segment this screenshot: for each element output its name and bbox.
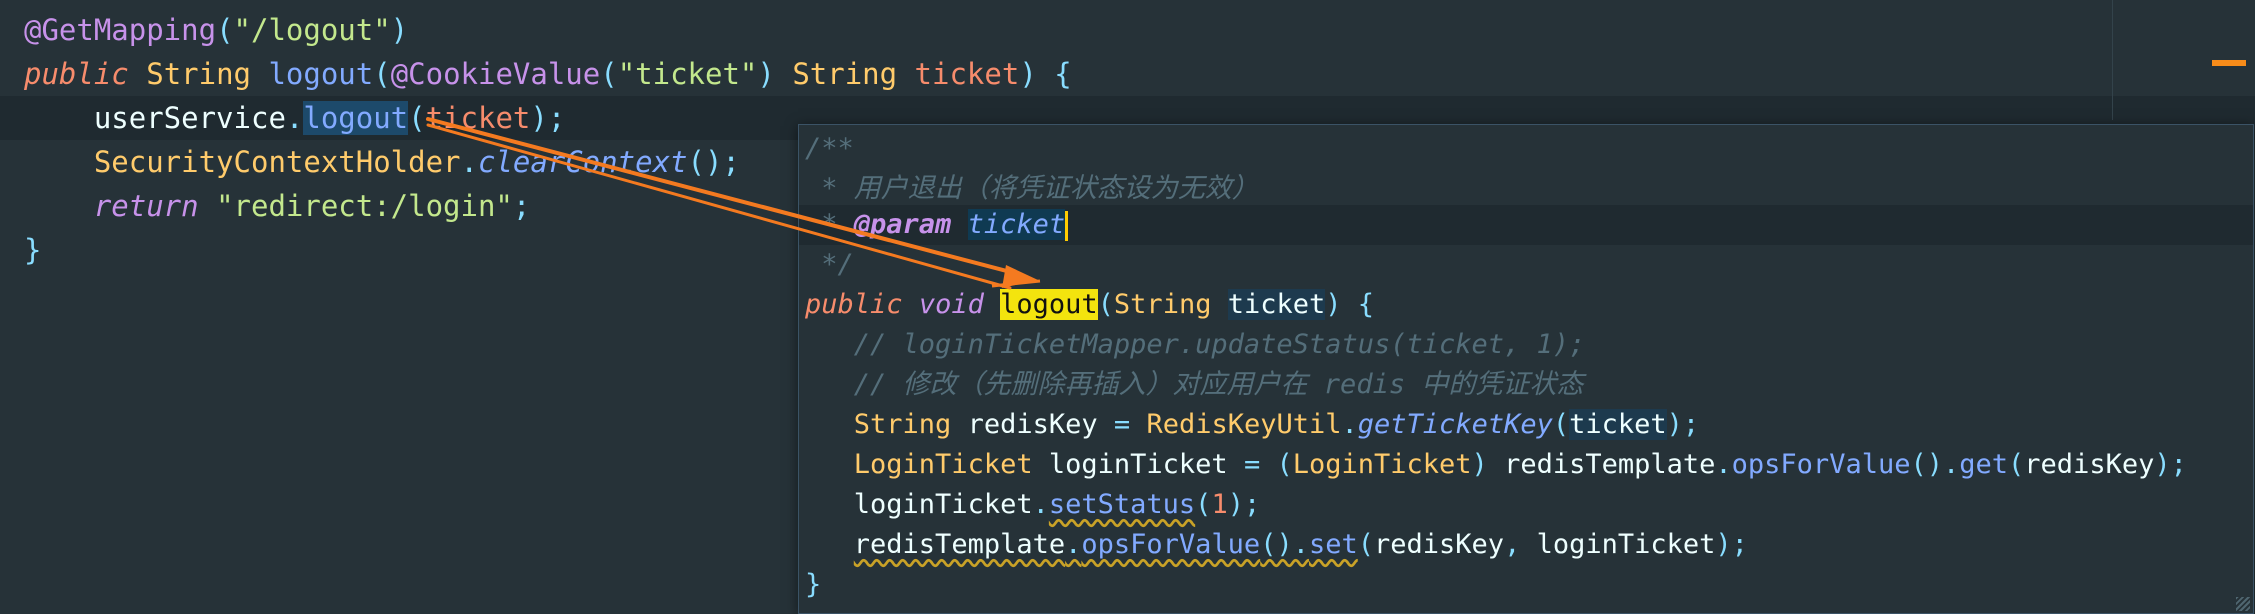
quick-definition-popup[interactable]: /** * 用户退出（将凭证状态设为无效） * @param ticket */… — [798, 124, 2254, 614]
warning-marker[interactable] — [2212, 60, 2246, 66]
popup-line-7: // 修改（先删除再插入）对应用户在 redis 中的凭证状态 — [853, 369, 1584, 400]
popup-line-9: LoginTicket loginTicket = (LoginTicket) … — [853, 449, 2187, 480]
mapping-path: "/logout" — [233, 13, 391, 47]
code-line-4[interactable]: SecurityContextHolder.clearContext(); — [24, 140, 740, 184]
code-line-6[interactable]: } — [24, 228, 41, 272]
logout-definition[interactable]: logout — [1000, 289, 1098, 320]
code-line-1[interactable]: @GetMapping("/logout") — [24, 8, 408, 52]
annotation-getmapping: @GetMapping — [24, 13, 217, 47]
code-line-3[interactable]: userService.logout(ticket); — [24, 96, 565, 140]
popup-line-12: } — [805, 569, 822, 600]
popup-line-11: redisTemplate.opsForValue().set(redisKey… — [853, 529, 1748, 560]
right-margin-guide — [2112, 0, 2113, 120]
code-line-2[interactable]: public String logout(@CookieValue("ticke… — [24, 52, 1072, 96]
popup-line-1: /** — [805, 133, 854, 164]
popup-line-8: String redisKey = RedisKeyUtil.getTicket… — [853, 409, 1700, 440]
popup-line-2: * 用户退出（将凭证状态设为无效） — [805, 173, 1259, 204]
popup-line-10: loginTicket.setStatus(1); — [853, 489, 1261, 520]
popup-line-4: */ — [805, 249, 854, 280]
popup-line-6: // loginTicketMapper.updateStatus(ticket… — [853, 329, 1586, 360]
code-line-5[interactable]: return "redirect:/login"; — [24, 184, 531, 228]
text-caret — [1065, 210, 1069, 241]
logout-call-usage[interactable]: logout — [303, 101, 409, 135]
method-logout[interactable]: logout — [268, 57, 373, 91]
popup-line-3: * @param ticket — [805, 205, 1069, 245]
annotation-cookievalue: @CookieValue — [390, 57, 601, 91]
popup-line-5: public void logout(String ticket) { — [805, 289, 1375, 320]
popup-resize-handle[interactable] — [2236, 597, 2250, 611]
